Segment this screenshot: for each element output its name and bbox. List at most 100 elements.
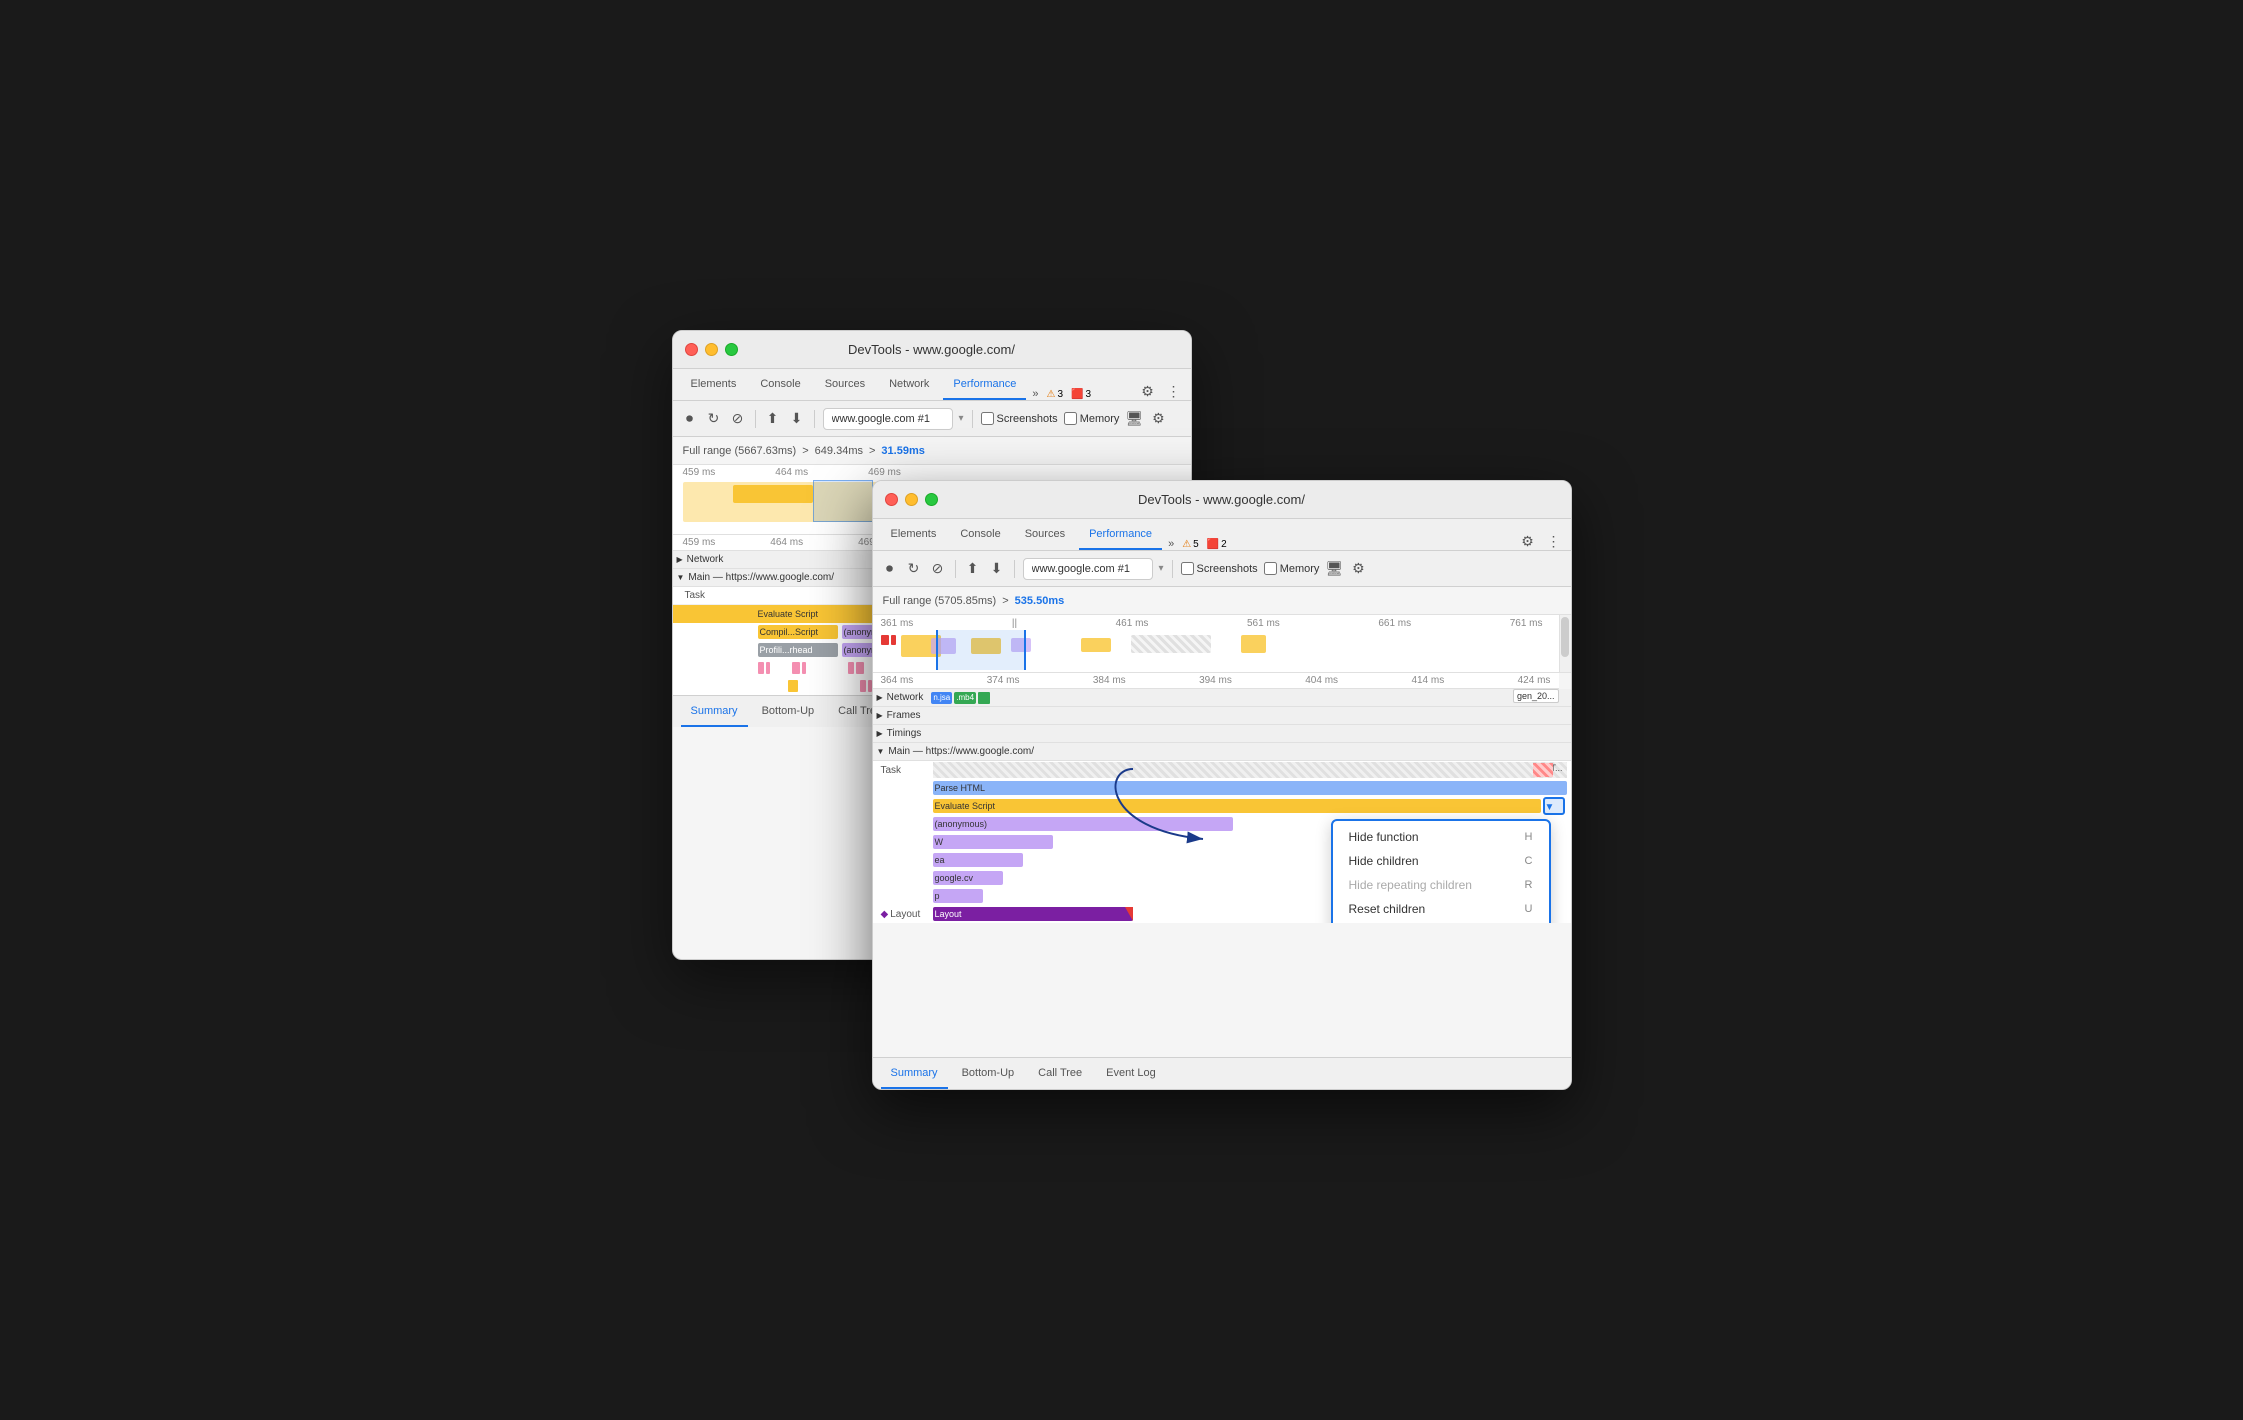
- front-url-input[interactable]: [1023, 558, 1153, 580]
- front-dropdown-btn[interactable]: ▼: [1543, 797, 1565, 815]
- back-screenshots-label[interactable]: Screenshots: [981, 412, 1058, 425]
- front-minimize-button[interactable]: [905, 493, 918, 506]
- back-main-label: Main — https://www.google.com/: [688, 572, 834, 583]
- front-menu-hide-repeating[interactable]: Hide repeating children R: [1333, 873, 1549, 897]
- front-bottom-summary[interactable]: Summary: [881, 1058, 948, 1089]
- front-timeline-area[interactable]: 361 ms || 461 ms 561 ms 661 ms 761 ms: [873, 615, 1571, 673]
- front-menu-hide-function[interactable]: Hide function H: [1333, 825, 1549, 849]
- front-sep2: [1014, 560, 1015, 578]
- back-download-icon[interactable]: ⬇: [788, 410, 806, 428]
- front-network-label: Network: [887, 692, 924, 703]
- front-bottom-tabs: Summary Bottom-Up Call Tree Event Log: [873, 1057, 1571, 1089]
- back-clear-icon[interactable]: ⊘: [729, 410, 747, 428]
- front-tab-console[interactable]: Console: [950, 519, 1010, 550]
- back-tab-elements[interactable]: Elements: [681, 369, 747, 400]
- back-tab-performance[interactable]: Performance: [943, 369, 1026, 400]
- back-range-highlight: 31.59ms: [881, 445, 924, 457]
- front-settings-icon[interactable]: ⚙: [1519, 532, 1537, 550]
- front-frames-header[interactable]: ▶ Frames: [873, 707, 1571, 725]
- back-refresh-icon[interactable]: ↻: [705, 410, 723, 428]
- front-timeline-ruler: 361 ms || 461 ms 561 ms 661 ms 761 ms: [873, 617, 1551, 630]
- front-more-icon[interactable]: ⋮: [1545, 532, 1563, 550]
- back-tab-more[interactable]: »: [1032, 388, 1038, 400]
- back-upload-icon[interactable]: ⬆: [764, 410, 782, 428]
- front-memory-label[interactable]: Memory: [1264, 562, 1320, 575]
- front-screenshots-label[interactable]: Screenshots: [1181, 562, 1258, 575]
- back-pink4: [802, 662, 806, 674]
- front-upload-icon[interactable]: ⬆: [964, 560, 982, 578]
- front-network-header[interactable]: ▶ Network n.jsa .mb4: [873, 689, 1571, 707]
- front-tab-more[interactable]: »: [1168, 538, 1174, 550]
- front-tab-sources[interactable]: Sources: [1015, 519, 1075, 550]
- front-task-row: Task T...: [873, 761, 1571, 779]
- front-menu-reset-children[interactable]: Reset children U: [1333, 897, 1549, 921]
- front-warn-icon: ⚠: [1182, 539, 1191, 550]
- front-task-label: Task: [873, 765, 933, 776]
- back-sep3: [972, 410, 973, 428]
- back-memory-checkbox[interactable]: [1064, 412, 1077, 425]
- front-clear-icon[interactable]: ⊘: [929, 560, 947, 578]
- front-layout-label: ◆ Layout: [873, 909, 933, 920]
- front-menu-hide-repeating-label: Hide repeating children: [1349, 878, 1472, 892]
- back-maximize-button[interactable]: [725, 343, 738, 356]
- front-maximize-button[interactable]: [925, 493, 938, 506]
- back-traffic-lights: [685, 343, 738, 356]
- front-traffic-lights: [885, 493, 938, 506]
- front-close-button[interactable]: [885, 493, 898, 506]
- back-minimize-button[interactable]: [705, 343, 718, 356]
- front-refresh-icon[interactable]: ↻: [905, 560, 923, 578]
- front-bottom-bottomup[interactable]: Bottom-Up: [952, 1058, 1025, 1089]
- back-range-arrow2: >: [869, 445, 875, 457]
- front-timings-header[interactable]: ▶ Timings: [873, 725, 1571, 743]
- back-settings2-icon[interactable]: ⚙: [1149, 410, 1167, 428]
- front-title: DevTools - www.google.com/: [1138, 492, 1305, 507]
- back-main-triangle: ▼: [677, 573, 685, 582]
- front-p-bar: p: [933, 889, 983, 903]
- front-main-header[interactable]: ▼ Main — https://www.google.com/: [873, 743, 1571, 761]
- front-memory-checkbox[interactable]: [1264, 562, 1277, 575]
- front-scrollbar[interactable]: [1559, 615, 1571, 672]
- front-menu-hide-children[interactable]: Hide children C: [1333, 849, 1549, 873]
- back-memory-label[interactable]: Memory: [1064, 412, 1120, 425]
- back-range-bar: Full range (5667.63ms) > 649.34ms > 31.5…: [673, 437, 1191, 465]
- back-tab-sources[interactable]: Sources: [815, 369, 875, 400]
- front-settings2-icon[interactable]: ⚙: [1349, 560, 1367, 578]
- front-task-bar: T...: [933, 762, 1567, 778]
- back-tab-network[interactable]: Network: [879, 369, 939, 400]
- back-capture-icon[interactable]: 🖥: [1125, 410, 1143, 428]
- front-record-icon[interactable]: ⏺: [881, 560, 899, 578]
- back-bottom-summary[interactable]: Summary: [681, 696, 748, 727]
- front-frames-label: Frames: [887, 710, 921, 721]
- front-screenshots-checkbox[interactable]: [1181, 562, 1194, 575]
- back-title: DevTools - www.google.com/: [848, 342, 1015, 357]
- back-tab-console[interactable]: Console: [750, 369, 810, 400]
- front-warn-count: 5: [1193, 539, 1199, 550]
- back-close-button[interactable]: [685, 343, 698, 356]
- front-tab-elements[interactable]: Elements: [881, 519, 947, 550]
- back-url-input[interactable]: [823, 408, 953, 430]
- front-gen-badge: gen_20...: [1513, 689, 1559, 703]
- front-bottom-calltree[interactable]: Call Tree: [1028, 1058, 1092, 1089]
- back-screenshots-checkbox[interactable]: [981, 412, 994, 425]
- back-bottom-bottomup[interactable]: Bottom-Up: [752, 696, 825, 727]
- front-context-menu[interactable]: Hide function H Hide children C Hide rep…: [1331, 819, 1551, 923]
- back-settings-icon[interactable]: ⚙: [1139, 382, 1157, 400]
- front-network-items: n.jsa .mb4: [931, 692, 990, 704]
- back-title-bar: DevTools - www.google.com/: [673, 331, 1191, 369]
- back-more-icon[interactable]: ⋮: [1165, 382, 1183, 400]
- back-pink7: [860, 680, 866, 692]
- front-flame-chart[interactable]: gen_20... ▶ Network n.jsa .mb4 ▶ Frames …: [873, 689, 1571, 923]
- front-download-icon[interactable]: ⬇: [988, 560, 1006, 578]
- front-capture-icon[interactable]: 🖥: [1325, 560, 1343, 578]
- front-tab-performance[interactable]: Performance: [1079, 519, 1162, 550]
- front-timings-label: Timings: [887, 728, 922, 739]
- back-pink2: [766, 662, 770, 674]
- back-record-icon[interactable]: ⏺: [681, 410, 699, 428]
- front-bottom-eventlog[interactable]: Event Log: [1096, 1058, 1166, 1089]
- back-url-dropdown[interactable]: ▾: [959, 413, 964, 424]
- front-url-dropdown[interactable]: ▾: [1159, 563, 1164, 574]
- front-scrollbar-thumb[interactable]: [1561, 617, 1569, 657]
- front-frames-triangle: ▶: [877, 711, 883, 720]
- front-layout-red-triangle: [1125, 907, 1133, 921]
- front-menu-reset-trace[interactable]: Reset trace: [1333, 921, 1549, 923]
